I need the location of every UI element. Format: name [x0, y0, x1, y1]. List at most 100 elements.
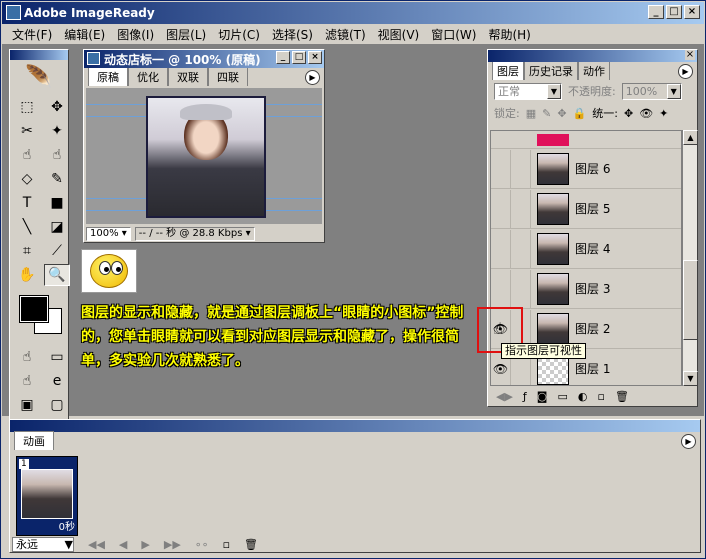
tab-history[interactable]: 历史记录 — [524, 61, 578, 80]
tab-layers[interactable]: 图层 — [492, 61, 524, 80]
tab-actions[interactable]: 动作 — [578, 61, 610, 80]
loop-select[interactable]: 永远 ▼ — [12, 536, 74, 552]
play-icon[interactable]: ▶ — [141, 538, 149, 551]
link-layers-icon[interactable]: ◀▶ — [496, 390, 513, 403]
slice-select-tool-icon[interactable]: ☝ — [44, 144, 70, 166]
tween-icon[interactable]: ∘∘ — [195, 538, 209, 551]
layer-style-icon[interactable]: ƒ — [523, 390, 527, 403]
tab-2-up[interactable]: 双联 — [168, 67, 208, 86]
tab-original[interactable]: 原稿 — [88, 67, 128, 86]
frame-delay[interactable]: 0秒 — [59, 518, 75, 533]
delete-frame-icon[interactable]: 🗑 — [244, 538, 258, 551]
eyedropper-tool-icon[interactable]: ⟋ — [44, 240, 70, 262]
menu-file[interactable]: 文件(F) — [6, 26, 58, 43]
full-screen-mode-icon[interactable]: ▢ — [44, 394, 70, 416]
document-menu-button[interactable]: ▶ — [305, 70, 320, 85]
menu-view[interactable]: 视图(V) — [372, 26, 426, 43]
animation-frame[interactable]: 1 0秒 — [16, 456, 78, 536]
magic-wand-tool-icon[interactable]: ✦ — [44, 120, 70, 142]
link-toggle[interactable] — [511, 149, 531, 188]
menu-filter[interactable]: 滤镜(T) — [319, 26, 372, 43]
first-frame-icon[interactable]: ◀◀ — [88, 538, 105, 551]
preview-in-browser-icon[interactable]: e — [44, 370, 70, 392]
layers-panel-close-icon[interactable]: × — [685, 50, 695, 60]
delete-layer-icon[interactable]: 🗑 — [615, 390, 629, 403]
toggle-slices-icon[interactable]: ▭ — [44, 346, 70, 368]
canvas[interactable] — [86, 88, 322, 224]
new-set-icon[interactable]: ▭ — [557, 390, 567, 403]
blend-mode-select[interactable]: 正常 ▼ — [494, 82, 562, 100]
duplicate-frame-icon[interactable]: ▫ — [223, 538, 230, 551]
move-tool-icon[interactable]: ✥ — [44, 96, 70, 118]
type-tool-icon[interactable]: T — [14, 192, 40, 214]
slice-tool-icon[interactable]: ☝ — [14, 144, 40, 166]
link-toggle[interactable] — [511, 189, 531, 228]
layer-row-partial[interactable] — [491, 131, 681, 149]
tab-optimized[interactable]: 优化 — [128, 67, 168, 86]
tab-animation[interactable]: 动画 — [14, 431, 54, 450]
zoom-select[interactable]: 100% ▾ — [86, 227, 131, 241]
menu-help[interactable]: 帮助(H) — [482, 26, 536, 43]
layer-row[interactable]: 图层 4 — [491, 229, 681, 269]
visibility-toggle[interactable] — [491, 269, 511, 308]
animation-menu-button[interactable]: ▶ — [681, 434, 696, 449]
layer-row[interactable]: 图层 5 — [491, 189, 681, 229]
tab-4-up[interactable]: 四联 — [208, 67, 248, 86]
marquee-tool-icon[interactable]: ⬚ — [14, 96, 40, 118]
lock-transparency-icon[interactable]: ▦ — [526, 107, 536, 120]
layers-scrollbar[interactable]: ▲ ▼ — [682, 130, 698, 386]
visibility-toggle[interactable] — [491, 229, 511, 268]
layer-mask-icon[interactable]: ◙ — [537, 390, 548, 403]
scroll-down-icon[interactable]: ▼ — [683, 371, 698, 386]
foreground-color-swatch[interactable] — [19, 295, 49, 323]
document-title-bar[interactable]: 动态店标一 @ 100% (原稿) _ □ × — [84, 50, 324, 68]
menu-image[interactable]: 图像(I) — [111, 26, 160, 43]
new-layer-icon[interactable]: ▫ — [598, 390, 605, 403]
crop-tool-icon[interactable]: ⌗ — [14, 240, 40, 262]
close-button[interactable]: × — [684, 5, 700, 19]
menu-select[interactable]: 选择(S) — [266, 26, 319, 43]
link-toggle[interactable] — [511, 269, 531, 308]
eraser-tool-icon[interactable]: ◇ — [14, 168, 40, 190]
menu-layer[interactable]: 图层(L) — [160, 26, 212, 43]
doc-maximize-button[interactable]: □ — [292, 51, 306, 64]
unify-style-icon[interactable]: ✦ — [659, 107, 668, 120]
link-toggle[interactable] — [511, 229, 531, 268]
standard-screen-mode-icon[interactable]: ▣ — [14, 394, 40, 416]
maximize-button[interactable]: □ — [666, 5, 682, 19]
lasso-tool-icon[interactable]: ✂ — [14, 120, 40, 142]
brush-tool-icon[interactable]: ✎ — [44, 168, 70, 190]
lock-all-icon[interactable]: 🔒 — [573, 107, 587, 120]
layer-row[interactable]: 图层 3 — [491, 269, 681, 309]
line-tool-icon[interactable]: ╲ — [14, 216, 40, 238]
menu-edit[interactable]: 编辑(E) — [58, 26, 111, 43]
animation-panel-header[interactable] — [10, 420, 700, 432]
scroll-up-icon[interactable]: ▲ — [683, 130, 698, 145]
layer-row[interactable]: 图层 6 — [491, 149, 681, 189]
scroll-thumb[interactable] — [683, 260, 698, 340]
next-frame-icon[interactable]: ▶▶ — [164, 538, 181, 551]
hand-tool-icon[interactable]: ✋ — [14, 264, 40, 286]
lock-paint-icon[interactable]: ✎ — [542, 107, 551, 120]
rectangle-tool-icon[interactable]: ■ — [44, 192, 70, 214]
unify-position-icon[interactable]: ✥ — [624, 107, 633, 120]
unify-visibility-icon[interactable]: 👁 — [639, 107, 653, 120]
download-time-select[interactable]: -- / -- 秒 @ 28.8 Kbps ▾ — [134, 227, 255, 241]
previous-frame-icon[interactable]: ◀ — [119, 538, 127, 551]
doc-close-button[interactable]: × — [308, 51, 322, 64]
menu-window[interactable]: 窗口(W) — [425, 26, 482, 43]
layers-panel-header[interactable]: × — [488, 50, 697, 62]
minimize-button[interactable]: _ — [648, 5, 664, 19]
doc-minimize-button[interactable]: _ — [276, 51, 290, 64]
visibility-toggle[interactable] — [491, 149, 511, 188]
toolbox-header[interactable] — [10, 50, 68, 60]
menu-slice[interactable]: 切片(C) — [212, 26, 266, 43]
visibility-toggle[interactable] — [491, 189, 511, 228]
layers-menu-button[interactable]: ▶ — [678, 64, 693, 79]
image-map-tool-icon[interactable]: ☝ — [14, 346, 40, 368]
zoom-tool-icon[interactable]: 🔍 — [44, 264, 70, 286]
shape-tool-icon[interactable]: ◪ — [44, 216, 70, 238]
lock-position-icon[interactable]: ✥ — [557, 107, 566, 120]
rollover-preview-icon[interactable]: ☝ — [14, 370, 40, 392]
adjustment-layer-icon[interactable]: ◐ — [578, 390, 588, 403]
